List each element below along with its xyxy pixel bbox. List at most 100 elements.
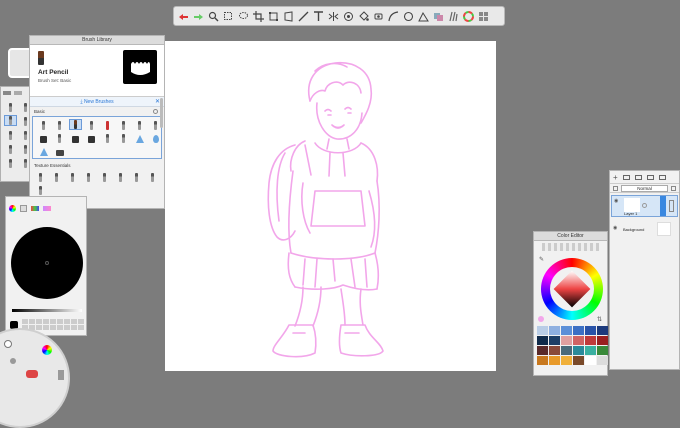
shape-icon[interactable] — [417, 10, 430, 23]
color-history-strip[interactable] — [542, 243, 599, 251]
ellipse-icon[interactable] — [402, 10, 415, 23]
color-swatch[interactable] — [537, 356, 548, 365]
color-swatch[interactable] — [597, 356, 608, 365]
lasso-icon[interactable] — [237, 10, 250, 23]
brush-item[interactable] — [133, 132, 146, 143]
brush-library-scrollbar[interactable] — [160, 98, 163, 128]
slider-tab-icon[interactable] — [31, 205, 39, 211]
brush-item[interactable] — [133, 119, 146, 130]
mini-swatch[interactable] — [50, 319, 56, 324]
brush-item[interactable] — [34, 184, 47, 195]
list-icon[interactable] — [3, 91, 11, 95]
lagoon-color-icon[interactable] — [42, 345, 52, 355]
mini-swatch[interactable] — [43, 325, 49, 330]
select-icon[interactable] — [222, 10, 235, 23]
layers-icon[interactable] — [432, 10, 445, 23]
blend-mode-select[interactable]: Normal — [621, 184, 668, 192]
lagoon-tool-icon[interactable] — [58, 370, 64, 380]
brush-item[interactable] — [34, 171, 47, 182]
color-swatch[interactable] — [573, 336, 584, 345]
swatch-tab-icon[interactable] — [20, 204, 27, 212]
brush-item[interactable] — [114, 171, 127, 182]
brush-item[interactable] — [85, 119, 98, 130]
drawing-canvas[interactable] — [165, 41, 496, 371]
grid-view-icon[interactable] — [14, 91, 22, 95]
stroke-icon[interactable] — [342, 10, 355, 23]
mini-swatch[interactable] — [71, 325, 77, 330]
color-swatch[interactable] — [561, 336, 572, 345]
brush-strip-item[interactable] — [4, 129, 17, 140]
add-layer-icon[interactable]: + — [613, 173, 618, 182]
eyedropper-icon[interactable]: ✎ — [539, 256, 544, 263]
ruler-icon[interactable] — [297, 10, 310, 23]
brush-item[interactable] — [146, 171, 159, 182]
brush-strip-item[interactable] — [4, 115, 17, 126]
brush-icon[interactable] — [447, 10, 460, 23]
color-wheel-tab-icon[interactable] — [9, 204, 16, 212]
undo-icon[interactable] — [177, 10, 190, 23]
brush-item[interactable] — [37, 145, 50, 156]
lagoon-radial-menu[interactable] — [0, 328, 70, 428]
curve-icon[interactable] — [387, 10, 400, 23]
color-swatch[interactable] — [549, 336, 560, 345]
mini-swatch[interactable] — [64, 319, 70, 324]
swap-colors-icon[interactable]: ⇅ — [597, 316, 602, 323]
brush-strip-item[interactable] — [4, 101, 17, 112]
brush-item[interactable] — [69, 132, 82, 143]
brush-item[interactable] — [53, 132, 66, 143]
color-swatch[interactable] — [561, 346, 572, 355]
brush-item[interactable] — [98, 171, 111, 182]
perspective-icon[interactable] — [282, 10, 295, 23]
color-swatch[interactable] — [585, 356, 596, 365]
color-swatch[interactable] — [585, 336, 596, 345]
mini-swatch[interactable] — [50, 325, 56, 330]
mini-swatch[interactable] — [29, 319, 35, 324]
delete-layer-icon[interactable] — [658, 174, 666, 180]
brush-item[interactable] — [66, 171, 79, 182]
add-brush-icon[interactable] — [153, 109, 158, 114]
color-disc[interactable] — [11, 227, 83, 299]
brush-item[interactable] — [130, 171, 143, 182]
mini-swatch[interactable] — [36, 325, 42, 330]
value-slider[interactable] — [12, 309, 82, 312]
color-swatch[interactable] — [549, 326, 560, 335]
eyedropper-icon[interactable] — [372, 10, 385, 23]
mini-swatch[interactable] — [57, 325, 63, 330]
brush-item[interactable] — [117, 132, 130, 143]
brush-item[interactable] — [149, 132, 162, 143]
brush-strip-item[interactable] — [4, 143, 17, 154]
active-color-swatch[interactable] — [538, 316, 544, 322]
color-swatch[interactable] — [537, 346, 548, 355]
color-icon[interactable] — [462, 10, 475, 23]
brush-item[interactable] — [53, 119, 66, 130]
layer-mode-icon[interactable] — [642, 203, 647, 208]
brush-item[interactable] — [37, 132, 50, 143]
brush-item[interactable] — [53, 145, 66, 156]
palette-tab-icon[interactable] — [43, 205, 51, 211]
crop-icon[interactable] — [252, 10, 265, 23]
zoom-icon[interactable] — [207, 10, 220, 23]
brush-item-art-pencil[interactable] — [69, 119, 82, 130]
grid-icon[interactable] — [477, 10, 490, 23]
color-swatch[interactable] — [561, 356, 572, 365]
mini-swatch[interactable] — [36, 319, 42, 324]
layer-row-background[interactable]: ◉ Background — [611, 219, 678, 241]
layer-opacity-bar[interactable] — [660, 196, 666, 216]
mini-swatch[interactable] — [57, 319, 63, 324]
brush-item[interactable] — [50, 171, 63, 182]
mini-swatch[interactable] — [71, 319, 77, 324]
text-icon[interactable] — [312, 10, 325, 23]
brush-item[interactable] — [82, 171, 95, 182]
color-swatch[interactable] — [597, 336, 608, 345]
color-swatch[interactable] — [573, 346, 584, 355]
brush-item[interactable] — [117, 119, 130, 130]
visibility-eye-icon[interactable]: ◉ — [613, 225, 617, 231]
fill-icon[interactable] — [357, 10, 370, 23]
color-swatch[interactable] — [549, 356, 560, 365]
brush-item[interactable] — [37, 119, 50, 130]
color-swatch[interactable] — [573, 326, 584, 335]
mini-swatch[interactable] — [78, 325, 84, 330]
transform-icon[interactable] — [267, 10, 280, 23]
brush-item[interactable] — [101, 119, 114, 130]
lagoon-undo-icon[interactable] — [26, 370, 38, 378]
